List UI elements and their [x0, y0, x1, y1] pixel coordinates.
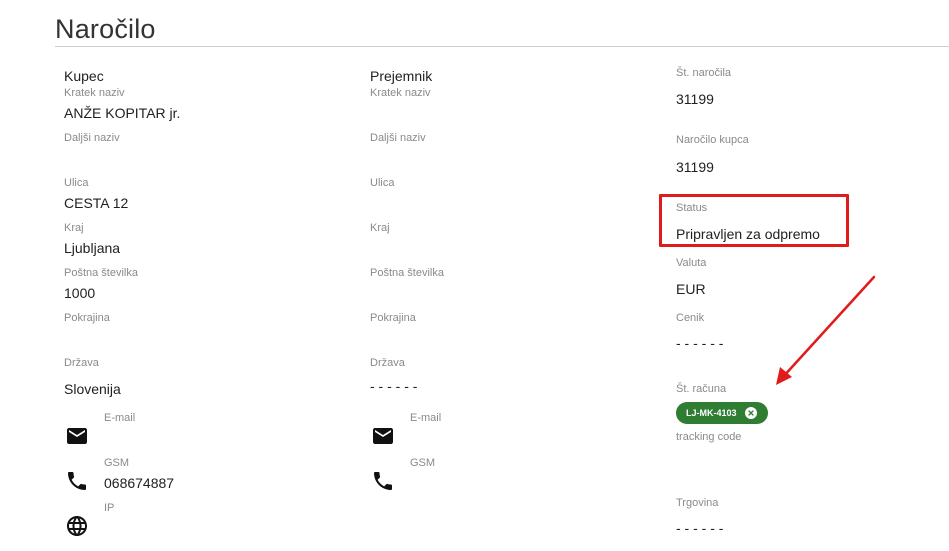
recipient-short-name-label: Kratek naziv: [370, 87, 431, 99]
annotation-arrow-icon: [776, 275, 876, 385]
invoice-number-label: Št. računa: [676, 383, 727, 395]
buyer-gsm-label: GSM: [104, 457, 130, 469]
invoice-chip-label: LJ-MK-4103: [686, 408, 737, 418]
recipient-long-name-label: Daljši naziv: [370, 132, 426, 144]
recipient-city-label: Kraj: [370, 222, 390, 234]
phone-icon: [371, 469, 395, 493]
buyer-short-name-value: ANŽE KOPITAR jr.: [64, 105, 181, 121]
recipient-country-value: - - - - - -: [370, 378, 418, 394]
globe-icon: [65, 514, 89, 538]
currency-label: Valuta: [676, 257, 707, 269]
buyer-ip-label: IP: [104, 502, 115, 514]
order-number-value: 31199: [676, 91, 714, 107]
recipient-gsm-label: GSM: [410, 457, 436, 469]
buyer-postal-value: 1000: [64, 285, 96, 301]
page-title: Naročilo: [55, 14, 156, 44]
store-label: Trgovina: [676, 497, 719, 509]
customer-order-label: Naročilo kupca: [676, 134, 749, 146]
customer-order-value: 31199: [676, 159, 714, 175]
pricelist-value: - - - - - -: [676, 335, 724, 351]
buyer-country-value: Slovenija: [64, 381, 121, 397]
email-icon: [65, 424, 89, 448]
buyer-city-value: Ljubljana: [64, 240, 121, 256]
buyer-short-name-label: Kratek naziv: [64, 87, 125, 99]
recipient-postal-label: Poštna številka: [370, 267, 444, 279]
order-number-label: Št. naročila: [676, 67, 732, 79]
title-divider: [55, 46, 949, 47]
buyer-street-value: CESTA 12: [64, 195, 129, 211]
invoice-chip[interactable]: LJ-MK-4103: [676, 402, 768, 424]
recipient-street-label: Ulica: [370, 177, 395, 189]
phone-icon: [65, 469, 89, 493]
recipient-email-label: E-mail: [410, 412, 442, 424]
buyer-region-label: Pokrajina: [64, 312, 110, 324]
store-value: - - - - - -: [676, 520, 724, 536]
tracking-code-label: tracking code: [676, 431, 742, 443]
status-label: Status: [676, 202, 708, 214]
buyer-heading: Kupec: [64, 68, 104, 84]
email-icon: [371, 424, 395, 448]
buyer-gsm-value: 068674887: [104, 475, 175, 491]
recipient-country-label: Država: [370, 357, 405, 369]
recipient-region-label: Pokrajina: [370, 312, 416, 324]
buyer-street-label: Ulica: [64, 177, 89, 189]
currency-value: EUR: [676, 281, 706, 297]
buyer-country-label: Država: [64, 357, 99, 369]
status-value: Pripravljen za odpremo: [676, 226, 820, 242]
chip-remove-icon[interactable]: [745, 407, 757, 419]
buyer-postal-label: Poštna številka: [64, 267, 138, 279]
buyer-email-label: E-mail: [104, 412, 136, 424]
buyer-city-label: Kraj: [64, 222, 84, 234]
recipient-heading: Prejemnik: [370, 68, 433, 84]
buyer-long-name-label: Daljši naziv: [64, 132, 120, 144]
pricelist-label: Cenik: [676, 312, 705, 324]
